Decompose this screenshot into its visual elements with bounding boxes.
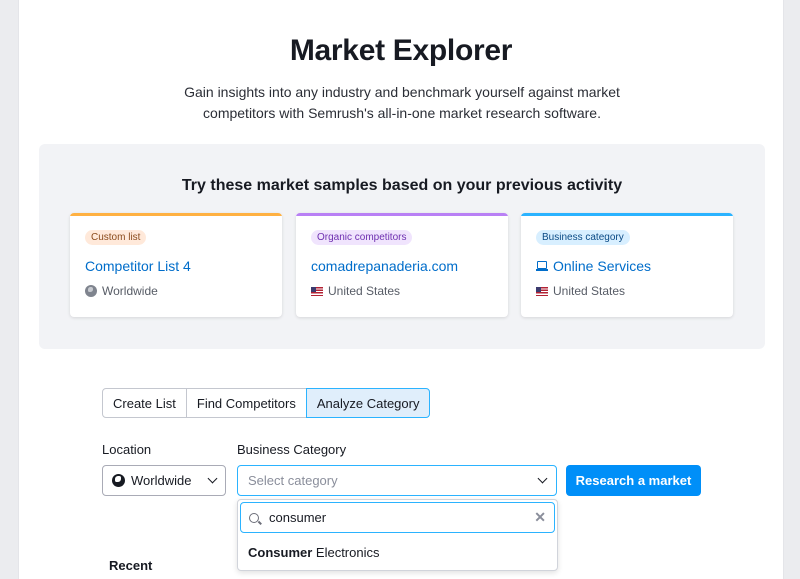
close-icon[interactable]: ✕ bbox=[534, 509, 546, 526]
us-flag-icon bbox=[536, 286, 548, 296]
category-search-value[interactable]: consumer bbox=[269, 510, 326, 525]
research-market-button[interactable]: Research a market bbox=[566, 465, 701, 496]
page-title: Market Explorer bbox=[289, 34, 513, 67]
card-name[interactable]: Online Services bbox=[553, 258, 651, 274]
tab-create-list[interactable]: Create List bbox=[102, 388, 187, 418]
card-location: United States bbox=[311, 284, 400, 298]
card-accent-bar bbox=[70, 213, 282, 216]
sample-card-organic-competitors[interactable]: Organic competitors comadrepanaderia.com… bbox=[296, 213, 508, 317]
page: Market Explorer Gain insights into any i… bbox=[18, 0, 784, 579]
tab-analyze-category[interactable]: Analyze Category bbox=[305, 388, 431, 418]
card-name[interactable]: comadrepanaderia.com bbox=[311, 258, 458, 274]
globe-icon bbox=[85, 285, 97, 297]
category-search-input[interactable]: consumer ✕ bbox=[240, 502, 555, 533]
card-link[interactable]: Online Services bbox=[536, 258, 651, 274]
location-select[interactable]: Worldwide bbox=[102, 465, 226, 496]
category-select[interactable]: Select category bbox=[237, 465, 557, 496]
card-badge: Custom list bbox=[85, 230, 147, 245]
sample-card-custom-list[interactable]: Custom list Competitor List 4 Worldwide bbox=[70, 213, 282, 317]
mode-tabs: Create List Find Competitors Analyze Cat… bbox=[102, 388, 431, 418]
card-location: United States bbox=[536, 284, 625, 298]
card-name[interactable]: Competitor List 4 bbox=[85, 258, 191, 274]
option-match-text: Consumer bbox=[248, 545, 313, 560]
category-dropdown: consumer ✕ Consumer Electronics bbox=[237, 499, 558, 571]
category-select-placeholder: Select category bbox=[248, 473, 338, 488]
page-subtitle: Gain insights into any industry and benc… bbox=[184, 84, 620, 121]
card-location-text: United States bbox=[328, 284, 401, 298]
card-accent-bar bbox=[296, 213, 508, 216]
tab-find-competitors[interactable]: Find Competitors bbox=[185, 388, 307, 418]
card-location-text: United States bbox=[553, 284, 626, 298]
search-icon bbox=[249, 512, 259, 523]
card-badge: Organic competitors bbox=[311, 230, 413, 245]
option-rest-text: Electronics bbox=[312, 545, 380, 560]
market-samples-panel: Try these market samples based on your p… bbox=[39, 144, 765, 349]
sample-card-business-category[interactable]: Business category Online Services United… bbox=[521, 213, 733, 317]
samples-heading: Try these market samples based on your p… bbox=[181, 177, 623, 194]
chevron-down-icon bbox=[537, 473, 548, 484]
recent-heading: Recent bbox=[109, 558, 153, 573]
card-location: Worldwide bbox=[85, 284, 158, 298]
dropdown-option[interactable]: Consumer Electronics bbox=[248, 545, 380, 560]
card-link[interactable]: Competitor List 4 bbox=[85, 258, 191, 274]
card-location-text: Worldwide bbox=[102, 284, 158, 298]
card-accent-bar bbox=[521, 213, 733, 216]
location-select-value: Worldwide bbox=[131, 473, 192, 488]
card-link[interactable]: comadrepanaderia.com bbox=[311, 258, 458, 274]
globe-icon bbox=[112, 474, 125, 487]
laptop-icon bbox=[536, 261, 548, 271]
location-label: Location bbox=[102, 442, 152, 457]
us-flag-icon bbox=[311, 286, 323, 296]
card-badge: Business category bbox=[536, 230, 630, 245]
business-category-label: Business Category bbox=[237, 442, 347, 457]
chevron-down-icon bbox=[207, 473, 218, 484]
